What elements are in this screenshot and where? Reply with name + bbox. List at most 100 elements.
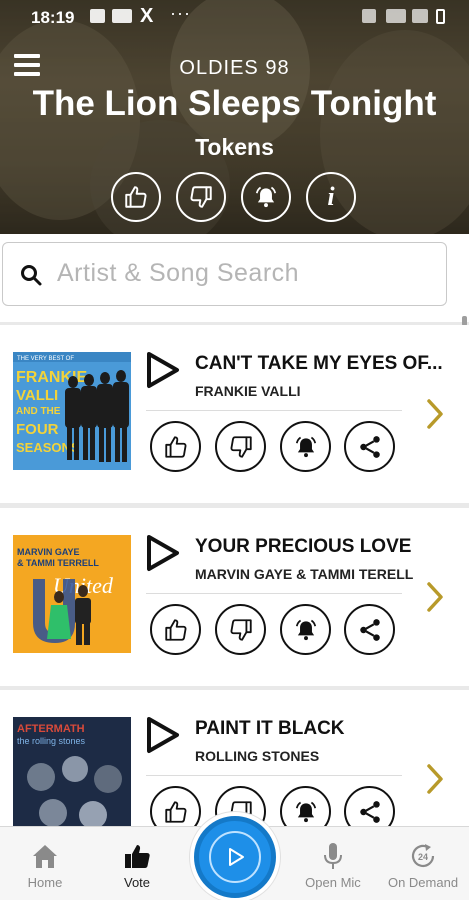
- app-notification-icon: [112, 9, 132, 23]
- album-cover-art: THE VERY BEST OF FRANKIE VALLI AND THE F…: [13, 352, 131, 470]
- search-placeholder: Artist & Song Search: [57, 259, 300, 287]
- nav-home[interactable]: Home: [0, 841, 90, 890]
- nav-open-mic[interactable]: Open Mic: [288, 841, 378, 890]
- song-actions: [150, 421, 400, 473]
- play-icon: [147, 352, 179, 388]
- divider: [146, 410, 402, 411]
- like-song-button[interactable]: [150, 421, 201, 472]
- share-icon: [359, 435, 380, 458]
- cover-text: AND THE: [16, 406, 61, 417]
- signal-icon: [412, 9, 428, 23]
- thumbs-up-icon: [125, 186, 147, 208]
- thumbs-down-icon: [230, 435, 252, 458]
- chevron-right-icon[interactable]: [424, 580, 446, 614]
- on-demand-24-icon: 24: [411, 844, 435, 868]
- album-cover-art: AFTERMATH the rolling stones: [13, 717, 131, 835]
- microphone-icon: [324, 843, 342, 869]
- cover-text: VALLI: [16, 387, 58, 404]
- song-title: YOUR PRECIOUS LOVE: [195, 536, 412, 557]
- play-icon: [147, 717, 179, 753]
- battery-icon: [436, 9, 445, 24]
- more-notifications-icon: ···: [170, 3, 191, 23]
- wifi-icon: [386, 9, 406, 23]
- thumbs-up-icon: [164, 800, 186, 823]
- album-cover: THE VERY BEST OF FRANKIE VALLI AND THE F…: [13, 352, 131, 470]
- share-song-button[interactable]: [344, 421, 395, 472]
- album-cover-art: MARVIN GAYE & TAMMI TERRELL United: [13, 535, 131, 653]
- song-card: THE VERY BEST OF FRANKIE VALLI AND THE F…: [0, 325, 469, 503]
- song-artist: ROLLING STONES: [195, 748, 320, 764]
- on-demand-badge: 24: [418, 852, 428, 862]
- thumbs-down-icon: [230, 618, 252, 641]
- x-app-icon: X: [140, 5, 154, 27]
- thumbs-up-icon: [164, 618, 186, 641]
- song-artist: FRANKIE VALLI: [195, 383, 301, 399]
- status-bar: 18:19 X ···: [0, 0, 469, 34]
- thumbs-down-icon: [190, 186, 212, 208]
- mute-icon: [362, 9, 376, 23]
- now-playing-header: 18:19 X ··· OLDIES 98 The Lion Sleeps To…: [0, 0, 469, 234]
- search-icon: [21, 265, 42, 286]
- nav-on-demand[interactable]: 24 On Demand: [378, 841, 468, 890]
- like-button[interactable]: [111, 172, 161, 222]
- divider: [146, 593, 402, 594]
- cover-text: MARVIN GAYE: [17, 547, 80, 557]
- song-card: MARVIN GAYE & TAMMI TERRELL United YOUR …: [0, 508, 469, 686]
- play-button-ring: [194, 816, 276, 898]
- share-icon: [359, 800, 380, 823]
- now-playing-artist: Tokens: [195, 134, 274, 160]
- dislike-song-button[interactable]: [215, 421, 266, 472]
- song-actions: [150, 604, 400, 656]
- play-button-inner: [209, 831, 261, 883]
- share-icon: [359, 618, 380, 641]
- play-song-button[interactable]: [143, 534, 181, 572]
- song-alert-button[interactable]: [280, 421, 331, 472]
- alarm-bell-icon: [295, 801, 316, 822]
- share-song-button[interactable]: [344, 604, 395, 655]
- cover-text: THE VERY BEST OF: [17, 356, 74, 362]
- alarm-bell-icon: [295, 619, 316, 640]
- divider: [146, 775, 402, 776]
- play-icon: [229, 848, 244, 866]
- cover-text: FOUR: [16, 421, 59, 438]
- gallery-notification-icon: [90, 9, 105, 23]
- info-button[interactable]: i: [306, 172, 356, 222]
- search-input[interactable]: Artist & Song Search: [2, 242, 447, 306]
- thumbs-up-filled-icon: [125, 845, 150, 868]
- like-song-button[interactable]: [150, 604, 201, 655]
- info-icon: i: [327, 182, 335, 211]
- play-icon: [147, 535, 179, 571]
- thumbs-up-icon: [164, 435, 186, 458]
- app-screen: 18:19 X ··· OLDIES 98 The Lion Sleeps To…: [0, 0, 469, 900]
- now-playing-title: The Lion Sleeps Tonight: [32, 84, 437, 123]
- nav-home-label: Home: [27, 875, 63, 890]
- chevron-right-icon[interactable]: [424, 762, 446, 796]
- nav-vote[interactable]: Vote: [92, 841, 182, 890]
- alarm-bell-icon: [255, 186, 277, 208]
- home-icon: [33, 845, 57, 868]
- dislike-button[interactable]: [176, 172, 226, 222]
- dislike-song-button[interactable]: [215, 604, 266, 655]
- song-alert-button[interactable]: [280, 604, 331, 655]
- song-title: CAN'T TAKE MY EYES OF...: [195, 353, 443, 374]
- nav-open-mic-label: Open Mic: [305, 875, 361, 890]
- play-song-button[interactable]: [143, 351, 181, 389]
- album-cover: MARVIN GAYE & TAMMI TERRELL United: [13, 535, 131, 653]
- album-cover: AFTERMATH the rolling stones: [13, 717, 131, 835]
- play-song-button[interactable]: [143, 716, 181, 754]
- nav-vote-label: Vote: [123, 875, 151, 890]
- chevron-right-icon[interactable]: [424, 397, 446, 431]
- song-title: PAINT IT BLACK: [195, 718, 345, 739]
- station-name: OLDIES 98: [179, 57, 290, 79]
- status-time: 18:19: [31, 8, 75, 27]
- nav-on-demand-label: On Demand: [387, 875, 459, 890]
- alarm-bell-icon: [295, 436, 316, 457]
- search-section: Artist & Song Search: [0, 234, 469, 322]
- cover-text: & TAMMI TERRELL: [17, 558, 99, 568]
- cover-text: AFTERMATH: [17, 723, 85, 735]
- cover-text: the rolling stones: [17, 736, 86, 746]
- song-artist: MARVIN GAYE & TAMMI TERELL: [195, 566, 414, 582]
- alert-button[interactable]: [241, 172, 291, 222]
- play-live-stream-button[interactable]: [190, 812, 280, 900]
- now-playing-actions: i: [111, 172, 361, 222]
